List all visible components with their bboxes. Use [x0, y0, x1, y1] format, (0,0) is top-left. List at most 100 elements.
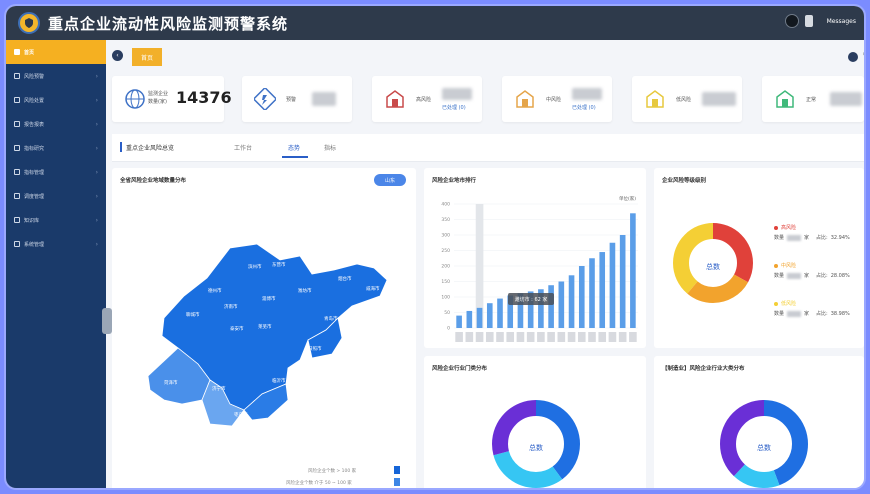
tab-indicators[interactable]: 指标	[324, 143, 336, 152]
kpi-card-monitored[interactable]: 监测企业 数量(家) 14376	[112, 76, 232, 122]
bar	[558, 281, 565, 328]
redacted-value	[572, 88, 602, 100]
chevron-right-icon: ›	[95, 240, 98, 248]
redacted-value	[442, 88, 472, 100]
city-label: 烟台市	[338, 275, 352, 282]
sidebar-item-dispatch[interactable]: 调度管理 ›	[6, 184, 106, 208]
x-tick-label-redacted	[496, 332, 504, 342]
legend-count-suffix: 家	[804, 311, 810, 317]
bar	[589, 258, 595, 328]
risk-level-donut: 总数	[673, 223, 753, 303]
bar	[456, 315, 462, 328]
house-orange-icon	[516, 90, 534, 108]
header-user-area[interactable]: Messages	[784, 14, 856, 28]
people-icon	[14, 193, 20, 199]
x-tick-label-redacted	[485, 332, 494, 342]
sidebar-item-indicator-management[interactable]: 指标管理 ›	[6, 160, 106, 184]
section-title: 重点企业风险总览	[126, 145, 175, 152]
top-header: 重点企业流动性风险监测预警系统 Messages	[6, 6, 864, 40]
legend-count-prefix: 数量	[774, 235, 785, 241]
kpi-card-warning[interactable]: 预警	[242, 76, 352, 122]
bar	[630, 213, 636, 328]
city-label: 聊城市	[186, 311, 200, 318]
house-yellow-icon	[646, 90, 664, 108]
industry-donut: 总数	[492, 400, 580, 488]
kpi-card-low-risk[interactable]: 低风险	[632, 76, 742, 122]
user-avatar[interactable]	[784, 14, 799, 28]
legend-item: 中风险 数量 家占比: 28.08%	[774, 262, 864, 279]
tab-home[interactable]: 首页	[132, 48, 162, 66]
legend-count-redacted	[787, 310, 802, 317]
y-tick-label: 300	[441, 233, 450, 239]
sidebar-item-home[interactable]: 首页	[6, 40, 106, 64]
bar-hover-bg	[455, 204, 463, 328]
kpi-handled-link[interactable]: 已处理 (0)	[572, 104, 596, 111]
chevron-right-icon: ›	[95, 96, 98, 104]
bar	[609, 242, 616, 328]
refresh-icon[interactable]: ⟳	[863, 51, 864, 58]
x-tick-label-redacted	[608, 332, 617, 342]
legend-ratio-value: 32.94%	[830, 234, 850, 241]
nav-back-icon[interactable]: ‹	[112, 50, 123, 61]
y-tick-label: 150	[441, 279, 450, 285]
kpi-card-high-risk[interactable]: 高风险 已处理 (0)	[372, 76, 482, 122]
city-label: 临沂市	[272, 377, 286, 384]
city-label: 淄博市	[262, 295, 276, 302]
sidebar-item-system[interactable]: 系统管理 ›	[6, 232, 106, 256]
risk-level-panel: 企业风险等级级别 总数 高风险 数量家占比: 32.94% 中风险 数量家占比: 28.0…	[654, 168, 864, 348]
city-label: 德州市	[208, 287, 222, 294]
bar	[486, 303, 493, 328]
legend-count-redacted	[787, 272, 802, 279]
bar	[619, 235, 626, 328]
x-tick-label-redacted	[577, 332, 586, 342]
sidebar-item-risk-handling[interactable]: 风险处置 ›	[6, 88, 106, 112]
app-frame: 重点企业流动性风险监测预警系统 Messages 首页 风险预警 › 风险处置 …	[4, 4, 866, 490]
legend-label: 低风险	[781, 301, 797, 307]
shield-logo-icon	[18, 12, 40, 34]
section-accent-bar	[120, 142, 122, 152]
bar-tooltip: 潍坊市 : 62 家	[508, 293, 554, 305]
messages-link[interactable]: Messages	[827, 18, 856, 25]
x-tick-label-redacted	[629, 332, 637, 342]
legend-ratio-label: 占比:	[816, 311, 828, 317]
legend-label: 风险企业个数 > 100 家	[308, 469, 357, 474]
legend-label: 风险企业个数 介于 50 ~ 100 家	[286, 481, 352, 486]
flask-icon	[14, 145, 20, 151]
x-tick-label-redacted	[588, 332, 596, 342]
sidebar-item-knowledge[interactable]: 知识库 ›	[6, 208, 106, 232]
legend-swatch	[394, 466, 400, 474]
bar	[466, 310, 473, 328]
gear-icon	[14, 241, 20, 247]
overview-section-header: 重点企业风险总览 工作台 态势 指标	[112, 134, 864, 162]
kpi-label: 监测企业 数量(家)	[148, 91, 169, 105]
map-panel: 全省风险企业地域数量分布 山东 德州市 滨州市 东营市 烟台市 威海市 聊城市 …	[112, 168, 416, 488]
kpi-row: 监测企业 数量(家) 14376 预警 高风险 已处理 (0) 中风险 已处理 …	[112, 76, 864, 124]
kpi-card-normal[interactable]: 正常	[762, 76, 864, 122]
pulse-icon	[14, 97, 20, 103]
house-green-icon	[776, 90, 794, 108]
bar-hover-bg	[466, 204, 474, 328]
tab-bar: ‹ 首页 ⟳	[106, 40, 864, 70]
legend-dot	[774, 301, 778, 306]
city-label: 青岛市	[324, 315, 338, 322]
nav-forward-icon[interactable]	[848, 52, 858, 62]
x-tick-label-redacted	[598, 332, 607, 342]
kpi-card-medium-risk[interactable]: 中风险 已处理 (0)	[502, 76, 612, 122]
house-red-icon	[386, 90, 404, 108]
tab-workbench[interactable]: 工作台	[234, 143, 252, 152]
chart-icon	[14, 121, 20, 127]
city-label: 菏泽市	[164, 379, 178, 386]
sidebar-item-indicator-research[interactable]: 指标研究 ›	[6, 136, 106, 160]
kpi-handled-link[interactable]: 已处理 (0)	[442, 104, 466, 111]
city-label: 济南市	[224, 303, 238, 310]
city-label: 潍坊市	[298, 287, 312, 294]
sidebar-item-risk-alert[interactable]: 风险预警 ›	[6, 64, 106, 88]
sidebar-item-reports[interactable]: 报告报表 ›	[6, 112, 106, 136]
donut-center-label: 总数	[757, 443, 771, 452]
city-ranking-chart: 0 50 100 150 200 250 300 350 400 单位(家) 潍坊市 : 62 家	[441, 195, 638, 342]
app-title: 重点企业流动性风险监测预警系统	[48, 14, 289, 33]
legend-swatch	[394, 478, 400, 486]
tab-situation[interactable]: 态势	[288, 143, 300, 152]
city-label: 泰安市	[230, 325, 244, 332]
province-map: 德州市 滨州市 东营市 烟台市 威海市 聊城市 淄博市 潍坊市 济南市 泰安市 …	[147, 243, 388, 427]
